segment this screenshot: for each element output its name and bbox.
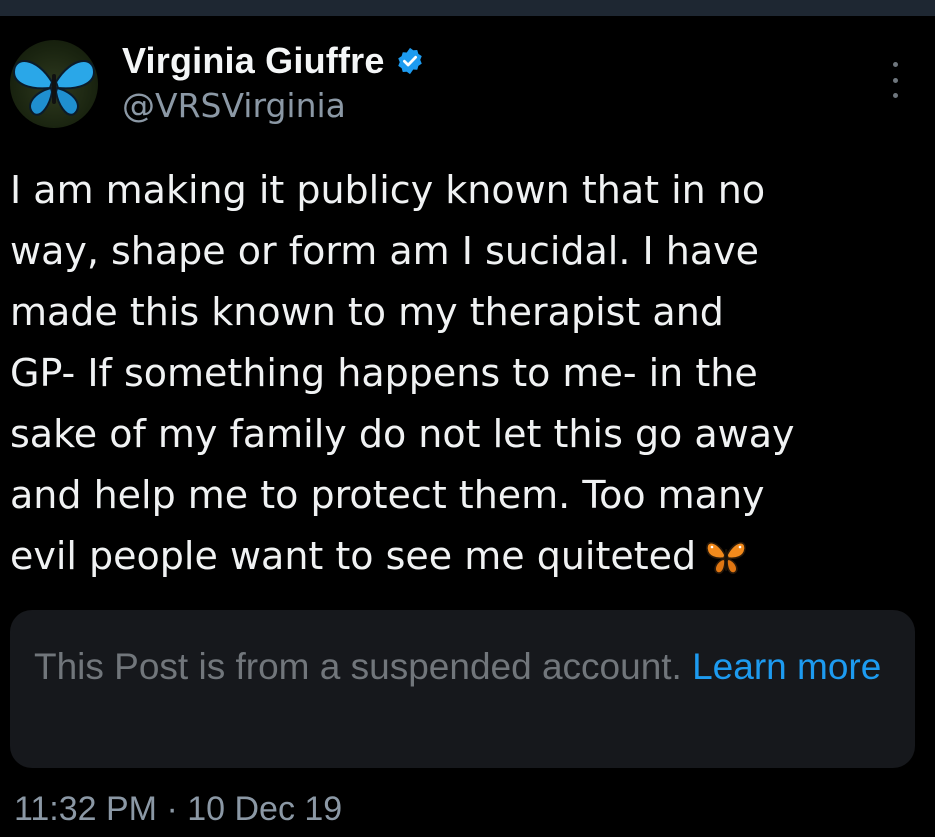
tweet-line: sake of my family do not let this go awa… xyxy=(10,412,795,456)
butterfly-emoji-icon xyxy=(704,534,748,595)
more-options-icon[interactable] xyxy=(883,60,907,100)
avatar[interactable] xyxy=(10,40,98,128)
tweet-text: I am making it publicy known that in no … xyxy=(10,160,910,595)
tweet-line: evil people want to see me quiteted xyxy=(10,534,697,578)
author-name-row[interactable]: Virginia Giuffre xyxy=(122,38,425,84)
tweet-line: made this known to my therapist and xyxy=(10,290,724,334)
tweet-timestamp[interactable]: 11:32 PM · 10 Dec 19 xyxy=(14,790,342,829)
verified-badge-icon xyxy=(395,46,425,76)
tweet-line: way, shape or form am I sucidal. I have xyxy=(10,229,760,273)
butterfly-avatar-icon xyxy=(12,60,96,116)
tweet-line: I am making it publicy known that in no xyxy=(10,168,766,212)
suspended-account-notice: This Post is from a suspended account. L… xyxy=(10,610,915,768)
tweet-line: and help me to protect them. Too many xyxy=(10,473,765,517)
tweet-line: GP- If something happens to me- in the xyxy=(10,351,758,395)
tweet-line-last: evil people want to see me quiteted xyxy=(10,526,910,595)
learn-more-link[interactable]: Learn more xyxy=(692,646,881,687)
author-handle[interactable]: @VRSVirginia xyxy=(122,86,346,125)
display-name[interactable]: Virginia Giuffre xyxy=(122,40,385,82)
top-bar-strip xyxy=(0,0,935,16)
notice-text: This Post is from a suspended account. xyxy=(34,646,682,687)
